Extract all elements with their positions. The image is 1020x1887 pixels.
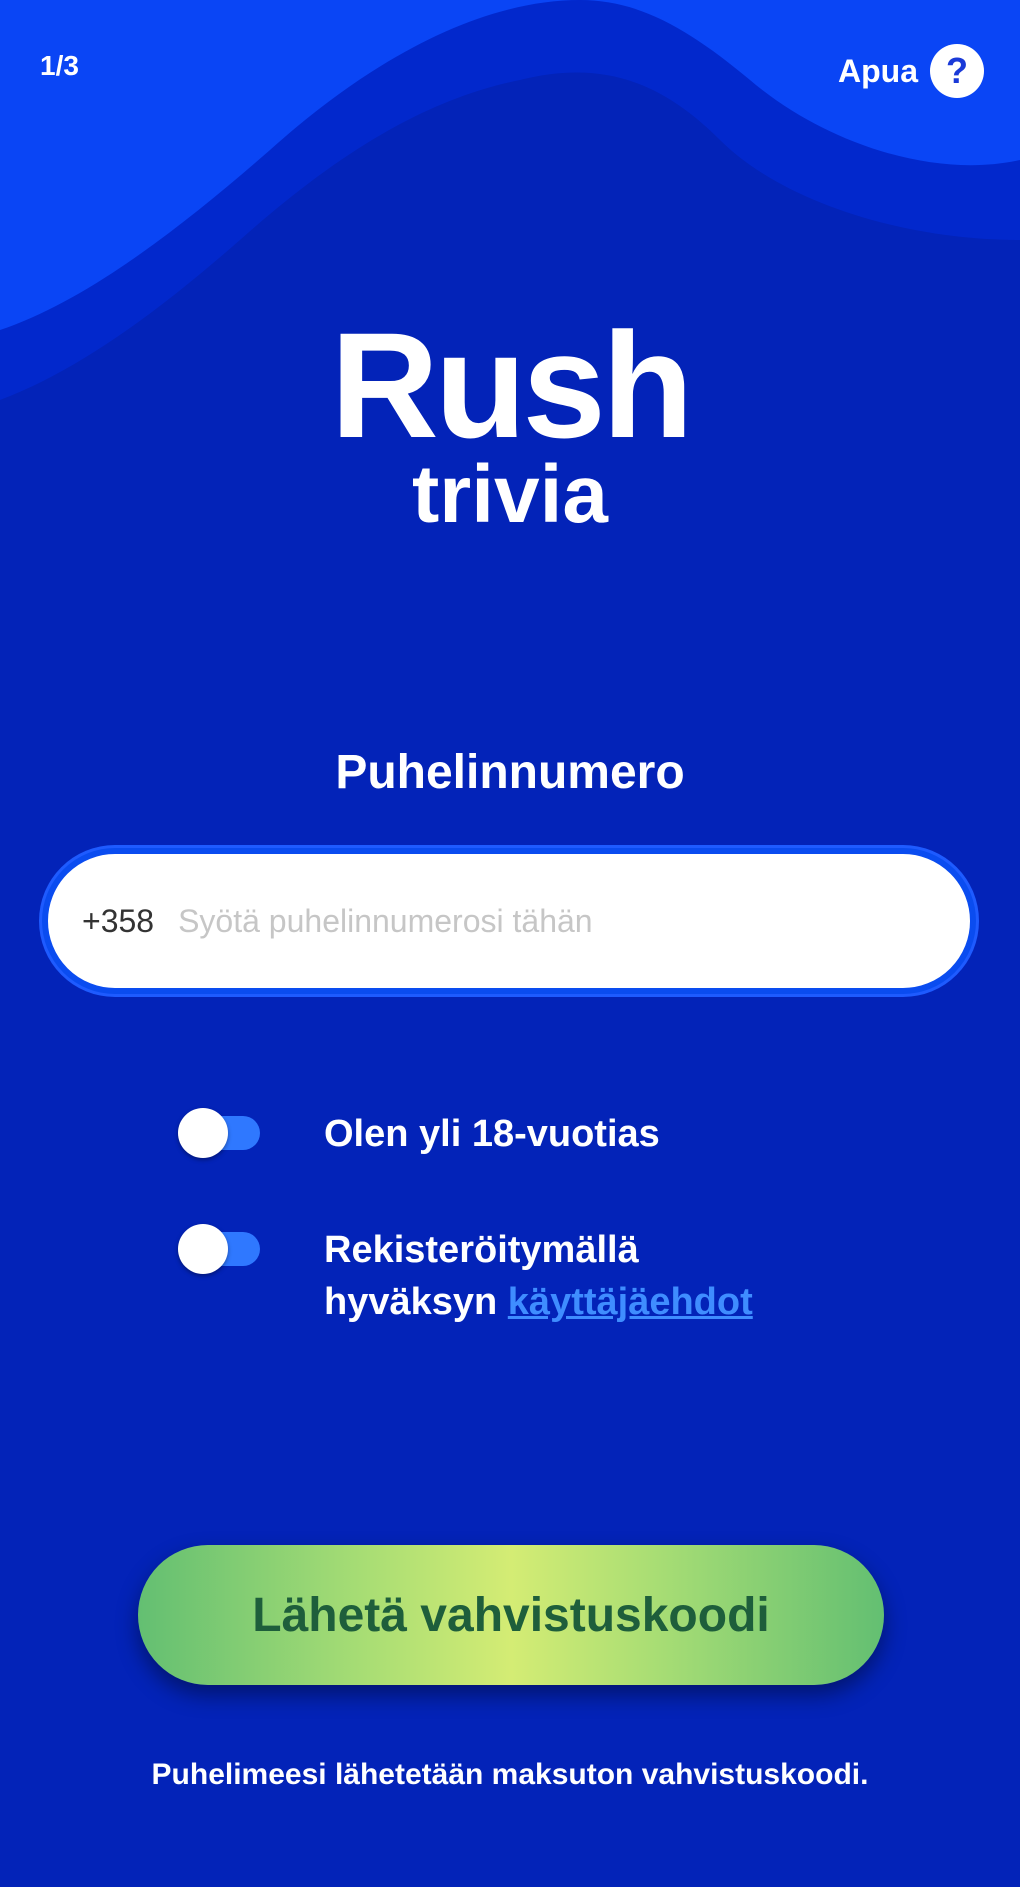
age-toggle-switch[interactable]: [178, 1108, 264, 1158]
verification-info-text: Puhelimeesi lähetetään maksuton vahvistu…: [151, 1758, 869, 1791]
logo-word-rush: Rush: [330, 301, 694, 469]
logo-word-trivia: trivia: [412, 449, 608, 540]
phone-input-container[interactable]: +358: [42, 848, 976, 994]
age-toggle-label: Olen yli 18-vuotias: [324, 1113, 660, 1155]
terms-toggle-switch[interactable]: [178, 1224, 264, 1274]
phone-number-label: Puhelinnumero: [335, 746, 685, 799]
terms-of-use-link[interactable]: käyttäjäehdot: [508, 1281, 753, 1323]
toggle-knob: [178, 1224, 228, 1274]
rush-trivia-logo: Rush trivia: [0, 310, 1020, 536]
send-verification-code-button[interactable]: Lähetä vahvistuskoodi: [138, 1545, 884, 1685]
terms-consent-row: Rekisteröitymällä hyväksyn käyttäjäehdot: [178, 1224, 753, 1328]
help-button[interactable]: Apua ?: [838, 44, 984, 98]
country-code-prefix: +358: [82, 902, 155, 939]
terms-toggle-label: Rekisteröitymällä hyväksyn käyttäjäehdot: [324, 1224, 753, 1328]
phone-number-input[interactable]: [176, 901, 970, 941]
terms-line-1: Rekisteröitymällä: [324, 1229, 639, 1271]
terms-line-2: hyväksyn käyttäjäehdot: [324, 1276, 753, 1328]
step-indicator: 1/3: [40, 50, 79, 81]
help-label: Apua: [838, 52, 918, 89]
age-consent-row: Olen yli 18-vuotias: [178, 1108, 660, 1160]
toggle-knob: [178, 1108, 228, 1158]
question-icon: ?: [930, 44, 984, 98]
terms-line-2-prefix: hyväksyn: [324, 1281, 498, 1323]
